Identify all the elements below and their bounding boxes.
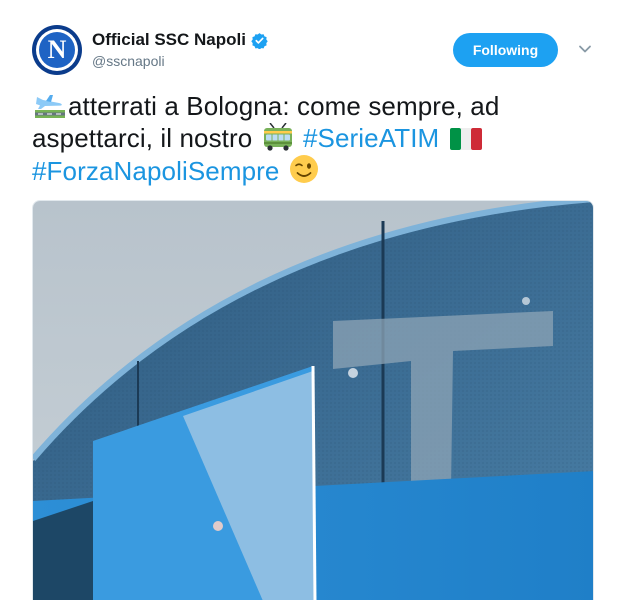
- italy-flag-emoji: [449, 128, 482, 150]
- airplane-arriving-emoji: [35, 95, 65, 118]
- hashtag-forzanapolisempre-link[interactable]: #ForzaNapoliSempre: [32, 156, 279, 186]
- trolleybus-emoji: [263, 123, 292, 151]
- tweet-text-line2: aspettarci, il nostro: [32, 123, 253, 153]
- tweet-card: N Official SSC Napoli @sscnapoli Followi…: [0, 0, 626, 600]
- tweet-photo[interactable]: [32, 200, 594, 600]
- avatar[interactable]: N: [32, 25, 82, 75]
- winking-face-emoji: [289, 155, 318, 183]
- tweet-text: atterrati a Bologna: come sempre, ad asp…: [32, 90, 592, 187]
- tweet-text-line1: atterrati a Bologna: come sempre, ad: [68, 91, 500, 121]
- display-name[interactable]: Official SSC Napoli: [92, 30, 246, 50]
- avatar-logo: N: [39, 32, 75, 68]
- verified-badge-icon: [251, 32, 268, 49]
- team-bus-photo: [33, 201, 593, 600]
- chevron-down-icon[interactable]: [578, 42, 592, 56]
- following-button[interactable]: Following: [453, 33, 558, 67]
- hashtag-serieatim-link[interactable]: #SerieATIM: [303, 123, 439, 153]
- author-name-row[interactable]: Official SSC Napoli: [92, 30, 268, 50]
- handle[interactable]: @sscnapoli: [92, 53, 165, 69]
